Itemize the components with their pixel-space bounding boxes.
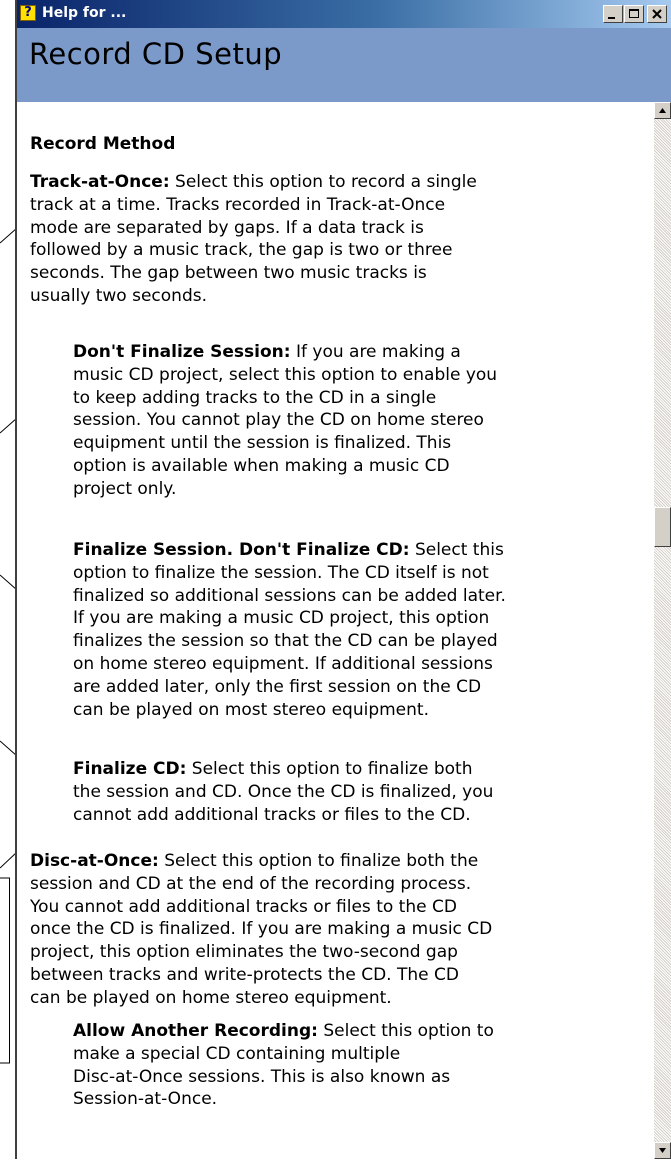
help-term: Allow Another Recording: xyxy=(73,1021,318,1041)
close-button[interactable] xyxy=(647,5,667,23)
maximize-icon xyxy=(629,9,639,18)
scroll-down-button[interactable] xyxy=(654,1142,671,1159)
help-line-text: track at a time. Tracks recorded in Trac… xyxy=(30,194,446,215)
help-line: Don't Finalize Session: If you are makin… xyxy=(73,341,497,364)
help-line-text: project, this option eliminates the two-… xyxy=(30,942,458,963)
help-line: project, this option eliminates the two-… xyxy=(30,941,492,964)
title-bar[interactable]: ? Help for ... xyxy=(17,0,671,28)
help-line-text: between tracks and write-protects the CD… xyxy=(30,964,459,985)
help-line-text: mode are separated by gaps. If a data tr… xyxy=(30,217,424,238)
help-line: can be played on home stereo equipment. xyxy=(30,987,492,1010)
minimize-icon xyxy=(608,17,615,19)
help-line: equipment until the session is finalized… xyxy=(73,432,497,455)
minimize-button[interactable] xyxy=(603,5,623,23)
help-line-text: If you are making a music CD project, th… xyxy=(73,608,490,629)
help-line: cannot add additional tracks or files to… xyxy=(73,804,493,827)
help-line-text: to keep adding tracks to the CD in a sin… xyxy=(73,387,437,408)
help-line-text: followed by a music track, the gap is tw… xyxy=(30,240,453,261)
help-line-text: option is available when making a music … xyxy=(73,455,450,476)
help-item: Track-at-Once: Select this option to rec… xyxy=(30,171,477,308)
help-line-text: can be played on most stereo equipment. xyxy=(73,699,429,720)
scroll-up-button[interactable] xyxy=(654,102,671,119)
help-item: Finalize CD: Select this option to final… xyxy=(73,758,493,826)
help-line-text: finalized so additional sessions can be … xyxy=(73,585,506,606)
help-line-text: on home stereo equipment. If additional … xyxy=(73,653,493,674)
section-heading: Record Method xyxy=(30,134,176,154)
help-line: usually two seconds. xyxy=(30,285,477,308)
scroll-up-arrow-icon xyxy=(659,108,666,113)
help-line-text: seconds. The gap between two music track… xyxy=(30,263,427,284)
help-term: Finalize CD: xyxy=(73,759,187,779)
help-line: session and CD at the end of the recordi… xyxy=(30,873,492,896)
help-line-text: session and CD at the end of the recordi… xyxy=(30,873,472,894)
help-line-text: finalizes the session so that the CD can… xyxy=(73,631,498,652)
help-line: finalizes the session so that the CD can… xyxy=(73,630,506,653)
help-line: finalized so additional sessions can be … xyxy=(73,585,506,608)
help-line: between tracks and write-protects the CD… xyxy=(30,964,492,987)
help-line-text: can be played on home stereo equipment. xyxy=(30,987,392,1008)
vertical-scrollbar[interactable] xyxy=(654,102,671,1159)
help-line: Disc-at-Once: Select this option to fina… xyxy=(30,850,492,873)
scroll-down-arrow-icon xyxy=(659,1148,666,1153)
help-line-text: option to finalize the session. The CD i… xyxy=(73,562,489,583)
scroll-thumb[interactable] xyxy=(654,507,671,547)
help-line: You cannot add additional tracks or file… xyxy=(30,896,492,919)
help-line: Finalize Session. Don't Finalize CD: Sel… xyxy=(73,539,506,562)
help-item: Disc-at-Once: Select this option to fina… xyxy=(30,850,492,1010)
help-line: mode are separated by gaps. If a data tr… xyxy=(30,217,477,240)
help-line-text: usually two seconds. xyxy=(30,285,207,306)
help-line: Track-at-Once: Select this option to rec… xyxy=(30,171,477,194)
window-title: Help for ... xyxy=(42,5,127,21)
help-line-text: You cannot add additional tracks or file… xyxy=(30,896,457,917)
help-line: to keep adding tracks to the CD in a sin… xyxy=(73,387,497,410)
help-line: seconds. The gap between two music track… xyxy=(30,262,477,285)
help-line-text: session. You cannot play the CD on home … xyxy=(73,410,484,431)
help-line-text: equipment until the session is finalized… xyxy=(73,433,452,454)
help-line-text: If you are making a xyxy=(290,342,461,362)
help-line-text: the session and CD. Once the CD is final… xyxy=(73,781,494,802)
help-line-text: make a special CD containing multiple xyxy=(73,1043,401,1064)
help-line: track at a time. Tracks recorded in Trac… xyxy=(30,194,477,217)
help-line-text: Select this option to record a single xyxy=(169,172,477,192)
help-line-text: Select this option to xyxy=(317,1021,494,1041)
help-line: make a special CD containing multiple xyxy=(73,1043,494,1066)
help-term: Track-at-Once: xyxy=(30,172,170,192)
help-line: Finalize CD: Select this option to final… xyxy=(73,758,493,781)
help-line-text: Session-at-Once. xyxy=(73,1089,218,1110)
help-line: the session and CD. Once the CD is final… xyxy=(73,781,493,804)
help-line: Allow Another Recording: Select this opt… xyxy=(73,1020,494,1043)
help-line-text: are added later, only the first session … xyxy=(73,676,482,697)
help-line-text: once the CD is finalized. If you are mak… xyxy=(30,919,493,940)
close-icon xyxy=(652,9,662,19)
help-line: project only. xyxy=(73,478,497,501)
help-line: on home stereo equipment. If additional … xyxy=(73,653,506,676)
maximize-button[interactable] xyxy=(624,5,644,23)
help-line: followed by a music track, the gap is tw… xyxy=(30,239,477,262)
help-item: Finalize Session. Don't Finalize CD: Sel… xyxy=(73,539,506,721)
help-term: Finalize Session. Don't Finalize CD: xyxy=(73,540,410,560)
help-item: Allow Another Recording: Select this opt… xyxy=(73,1020,494,1111)
help-term: Disc-at-Once: xyxy=(30,851,159,871)
help-term: Don't Finalize Session: xyxy=(73,342,291,362)
help-line: If you are making a music CD project, th… xyxy=(73,607,506,630)
help-line-text: project only. xyxy=(73,478,177,499)
help-icon: ? xyxy=(20,5,36,21)
help-line-text: cannot add additional tracks or files to… xyxy=(73,804,471,825)
help-line: Session-at-Once. xyxy=(73,1088,494,1111)
help-line: are added later, only the first session … xyxy=(73,676,506,699)
help-line: can be played on most stereo equipment. xyxy=(73,699,506,722)
page-title: Record CD Setup xyxy=(29,37,283,71)
help-line: option to finalize the session. The CD i… xyxy=(73,562,506,585)
help-line: option is available when making a music … xyxy=(73,455,497,478)
help-line: Disc-at-Once sessions. This is also know… xyxy=(73,1066,494,1089)
help-line-text: music CD project, select this option to … xyxy=(73,364,498,385)
help-line-text: Select this option to finalize both the xyxy=(158,851,479,871)
help-item: Don't Finalize Session: If you are makin… xyxy=(73,341,497,501)
help-line-text: Disc-at-Once sessions. This is also know… xyxy=(73,1066,451,1087)
help-line: music CD project, select this option to … xyxy=(73,364,497,387)
help-line-text: Select this xyxy=(409,540,504,560)
help-line: session. You cannot play the CD on home … xyxy=(73,409,497,432)
help-line-text: Select this option to finalize both xyxy=(186,759,473,779)
help-line: once the CD is finalized. If you are mak… xyxy=(30,918,492,941)
